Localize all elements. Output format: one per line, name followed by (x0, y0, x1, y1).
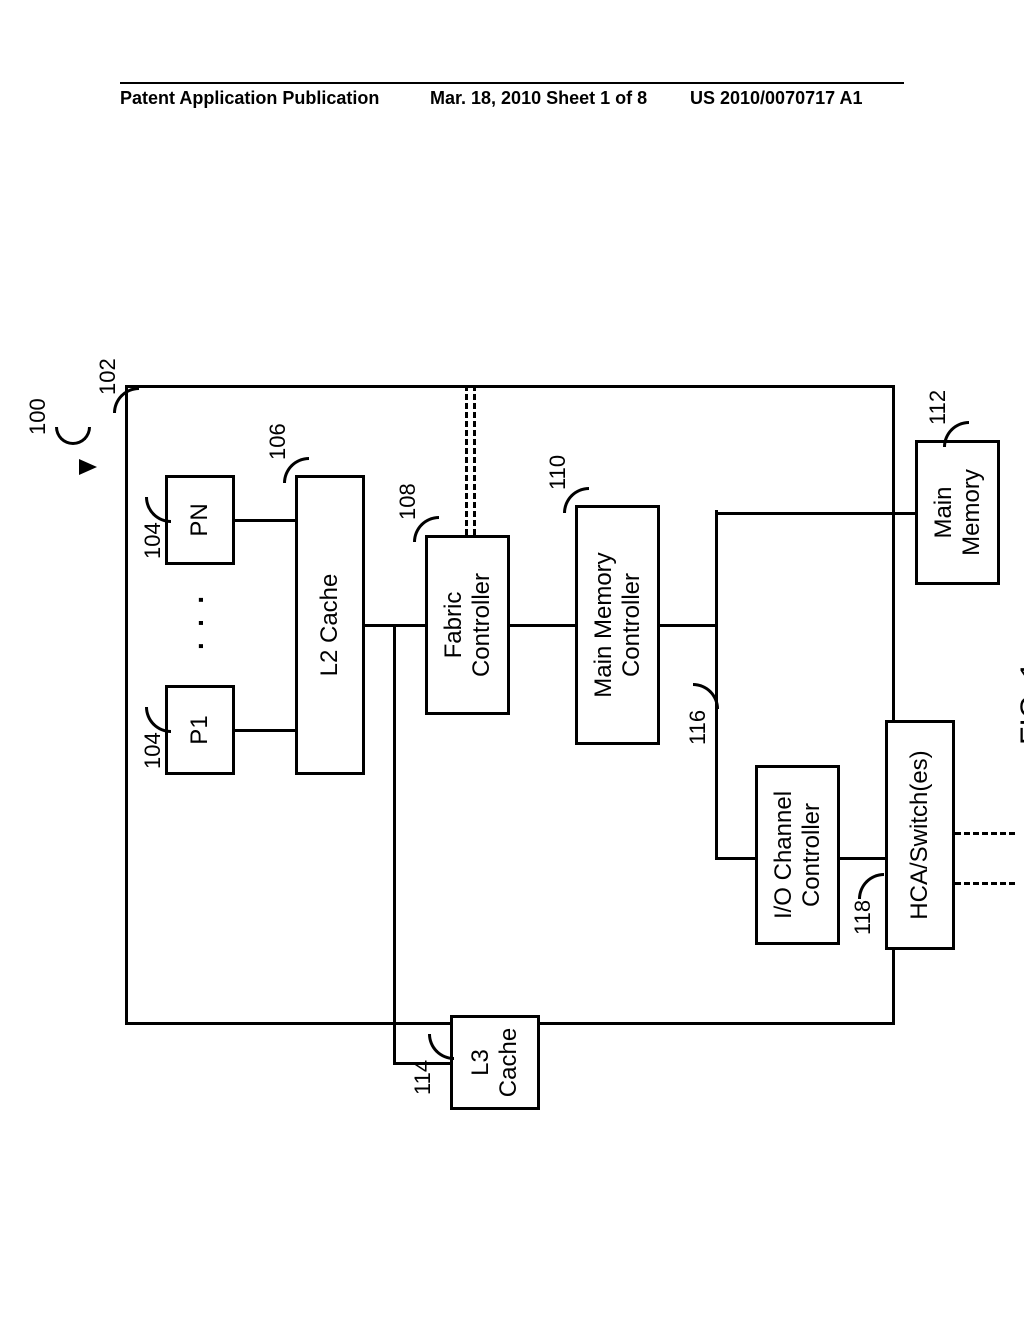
dash-hca-2 (955, 832, 1015, 835)
box-pn: PN (165, 475, 235, 565)
arrow-100 (79, 459, 97, 475)
header-rule (120, 82, 904, 84)
ref-112: 112 (925, 390, 951, 425)
conn-pn-l2 (235, 519, 295, 522)
ellipsis: · · · (185, 591, 217, 650)
box-hca-switches: HCA/Switch(es) (885, 720, 955, 950)
conn-mmc-down (660, 624, 715, 627)
dash-fabric-bot (473, 385, 476, 535)
ref-104b: 104 (140, 522, 166, 559)
box-main-memory: Main Memory (915, 440, 1000, 585)
ref-100: 100 (25, 398, 51, 435)
dash-hca-1 (955, 882, 1015, 885)
ref-108: 108 (395, 483, 421, 520)
conn-io-v (715, 857, 755, 860)
header-right: US 2010/0070717 A1 (690, 88, 862, 109)
conn-mainmem-v (715, 512, 915, 515)
box-io-channel-controller: I/O Channel Controller (755, 765, 840, 945)
conn-fabric-mmc (510, 624, 575, 627)
ref-118: 118 (850, 900, 876, 935)
conn-p1-l2 (235, 729, 295, 732)
ref-102: 102 (95, 358, 121, 395)
dash-fabric-top (465, 385, 468, 535)
hook-100 (55, 427, 91, 445)
page: Patent Application Publication Mar. 18, … (0, 0, 1024, 1320)
figure-label: FIG. 1 (1015, 662, 1024, 745)
box-p1: P1 (165, 685, 235, 775)
box-main-memory-controller: Main Memory Controller (575, 505, 660, 745)
box-l3-cache: L3 Cache (450, 1015, 540, 1110)
box-fabric-controller: Fabric Controller (425, 535, 510, 715)
diagram-area: 100 102 P1 104 · · · PN 104 L2 Cache 106… (15, 355, 1024, 1035)
ref-104a: 104 (140, 732, 166, 769)
conn-io-hca (840, 857, 885, 860)
leader-114 (428, 1034, 454, 1060)
ref-110: 110 (545, 455, 571, 490)
ref-116: 116 (685, 710, 711, 745)
ref-114: 114 (410, 1060, 436, 1095)
box-l2-cache: L2 Cache (295, 475, 365, 775)
conn-mmc-h (715, 510, 718, 860)
ref-106: 106 (265, 423, 291, 460)
header-left: Patent Application Publication (120, 88, 379, 109)
conn-l2-l3-h (393, 625, 396, 1065)
header-center: Mar. 18, 2010 Sheet 1 of 8 (430, 88, 647, 109)
